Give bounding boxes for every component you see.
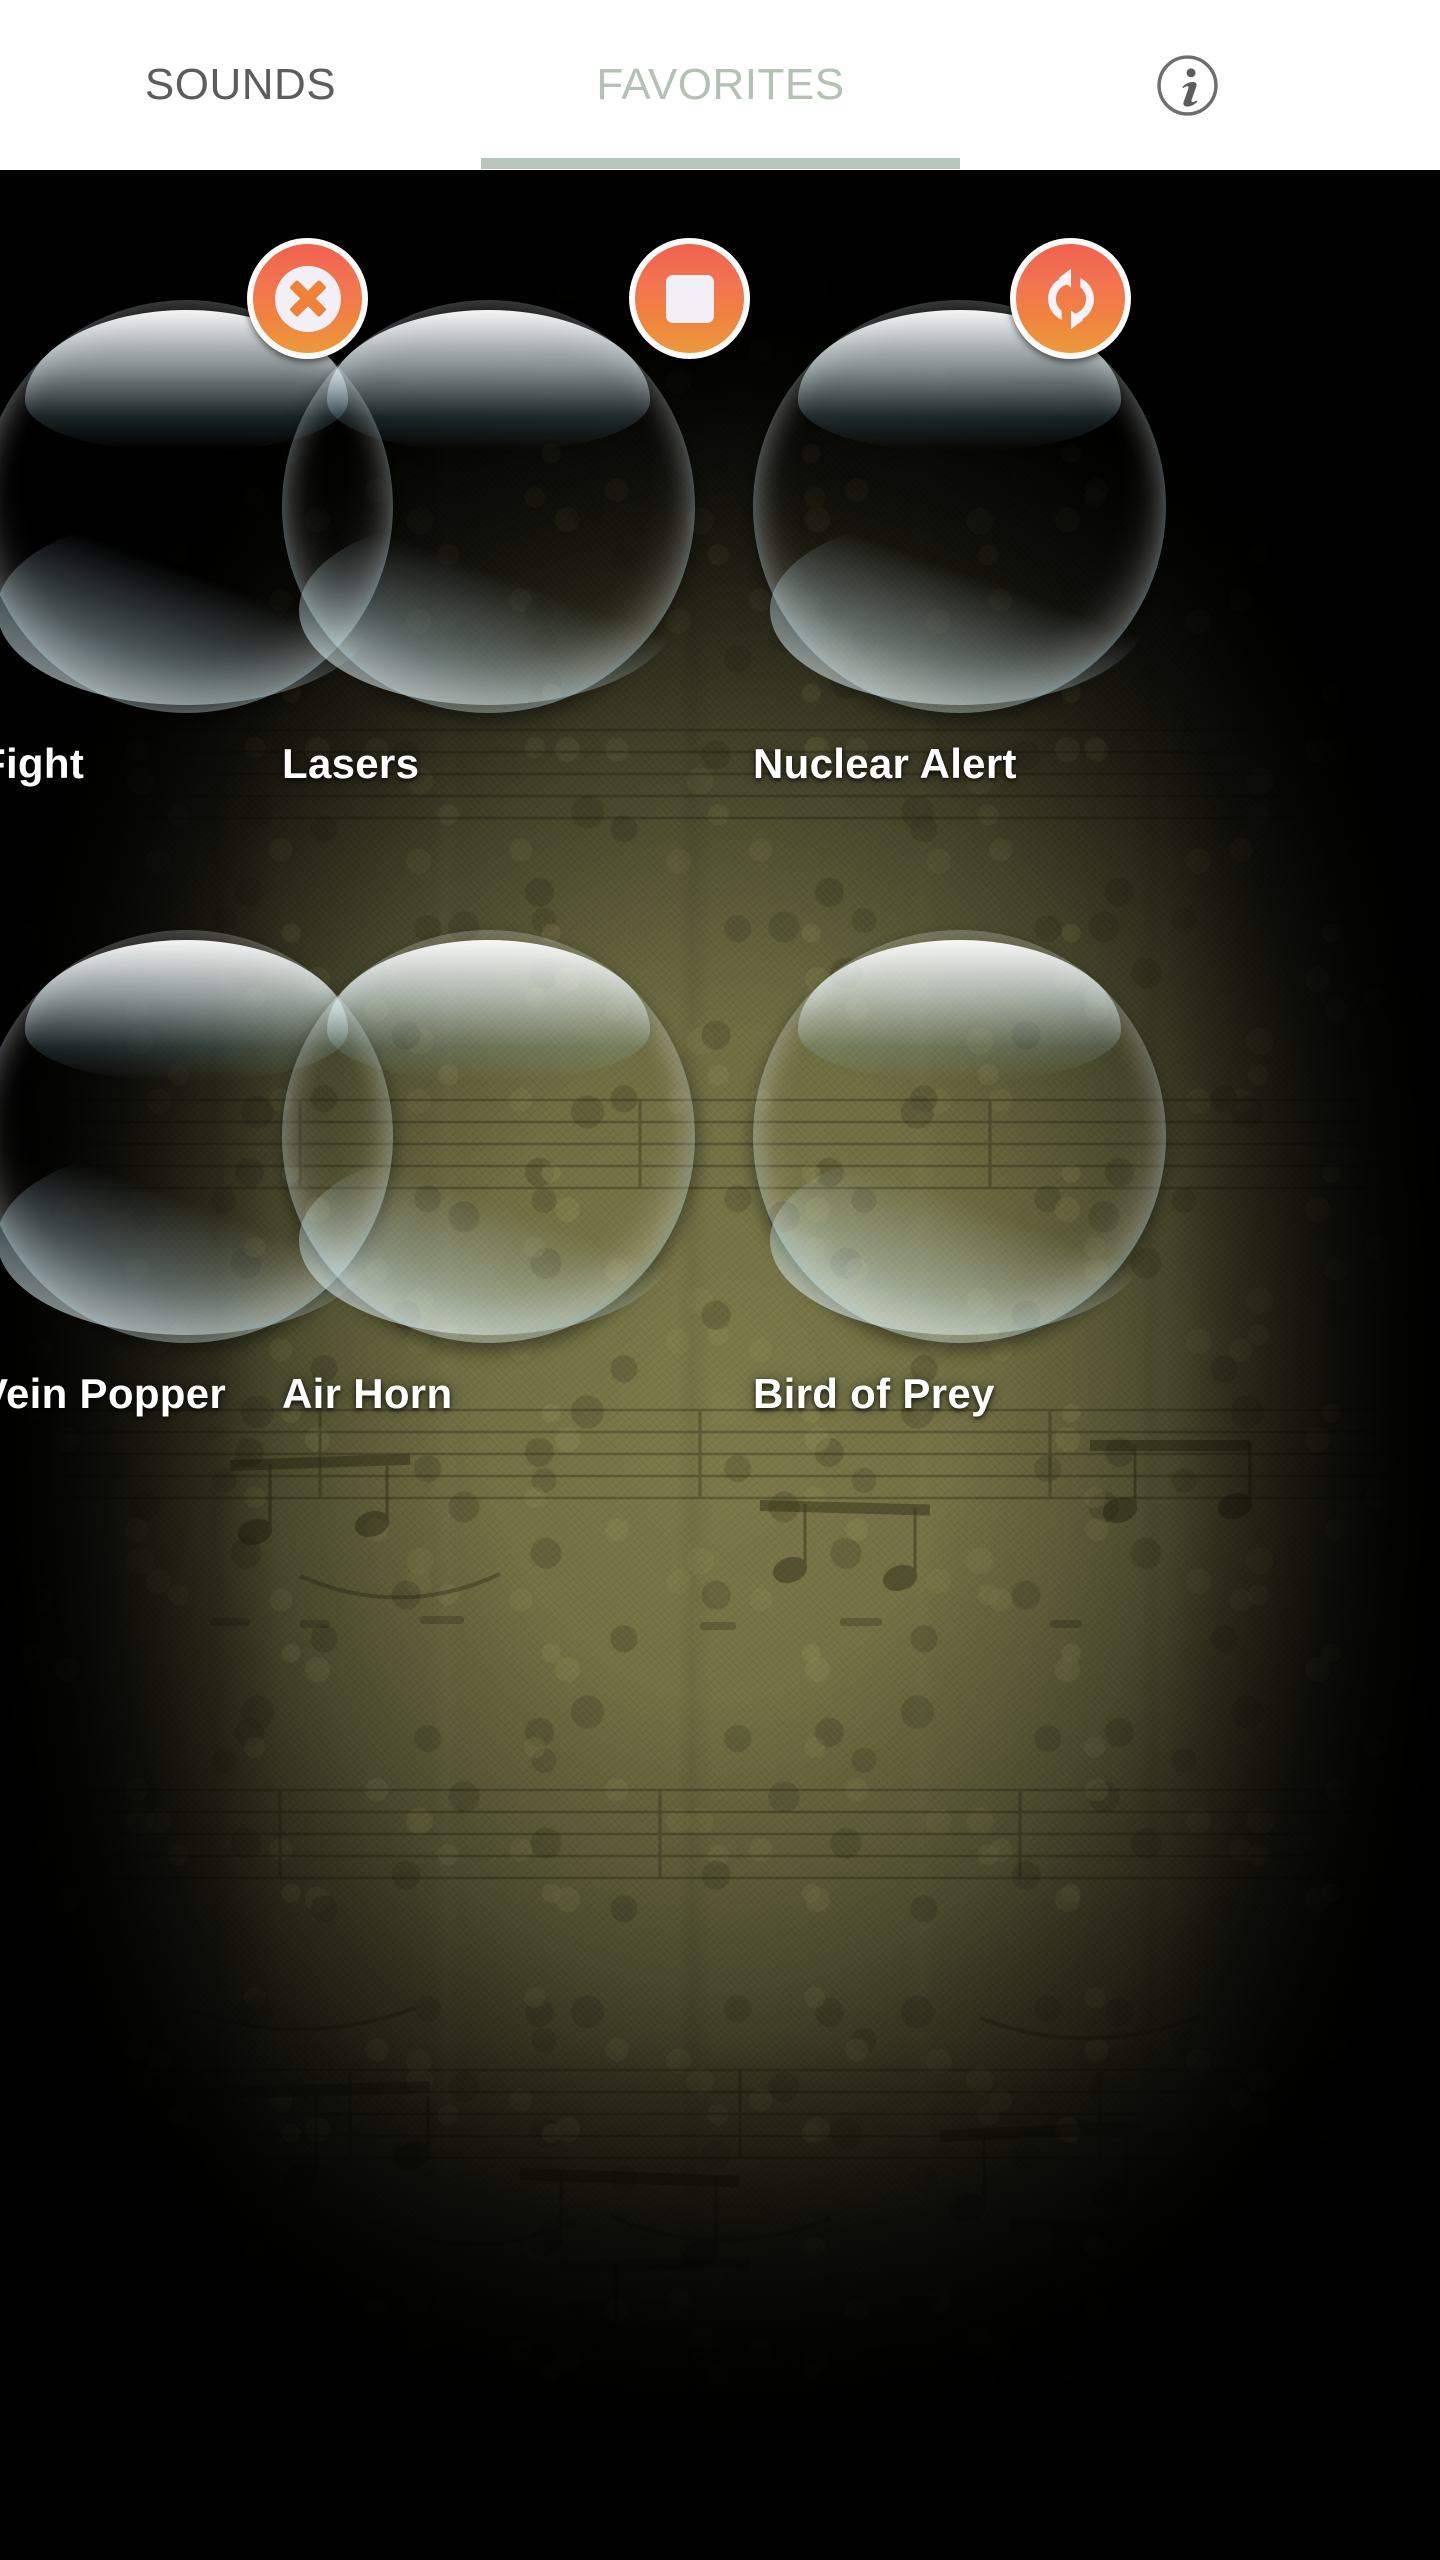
loop-repeat-icon	[1035, 263, 1107, 335]
tab-favorites[interactable]: FAVORITES	[481, 0, 960, 170]
close-x-glyph	[287, 278, 329, 320]
tab-sounds[interactable]: SOUNDS	[0, 0, 481, 170]
control-button-bar	[0, 170, 1440, 470]
close-x-icon	[274, 265, 341, 332]
sound-pad-bird-of-prey[interactable]	[753, 930, 1166, 1343]
pad-gloss-highlight	[798, 940, 1121, 1081]
soundboard-background: Fight Lasers Nuclear Alert	[0, 170, 1440, 2560]
tab-sounds-label: SOUNDS	[144, 60, 337, 109]
tab-favorites-label: FAVORITES	[596, 60, 845, 109]
stop-square-icon	[665, 274, 714, 323]
app-root: Fight Lasers Nuclear Alert	[0, 0, 1440, 2560]
sound-pad-grid: Fight Lasers Nuclear Alert	[0, 170, 1440, 2560]
top-tab-bar: SOUNDS FAVORITES	[0, 0, 1440, 170]
tab-selected-indicator	[481, 158, 960, 169]
pad-rim-reflection	[769, 514, 1150, 705]
pad-rim-reflection	[769, 1144, 1150, 1335]
sound-pad-air-horn[interactable]	[282, 930, 695, 1343]
tab-list: SOUNDS FAVORITES	[0, 0, 1440, 170]
pad-gloss-highlight	[327, 940, 650, 1081]
info-button[interactable]	[1155, 53, 1220, 118]
pad-rim-reflection	[298, 1144, 679, 1335]
stop-button[interactable]	[629, 238, 750, 359]
info-icon	[1155, 53, 1220, 118]
loop-button[interactable]	[1010, 238, 1131, 359]
delete-button[interactable]	[247, 238, 368, 359]
pad-rim-reflection	[298, 514, 679, 705]
